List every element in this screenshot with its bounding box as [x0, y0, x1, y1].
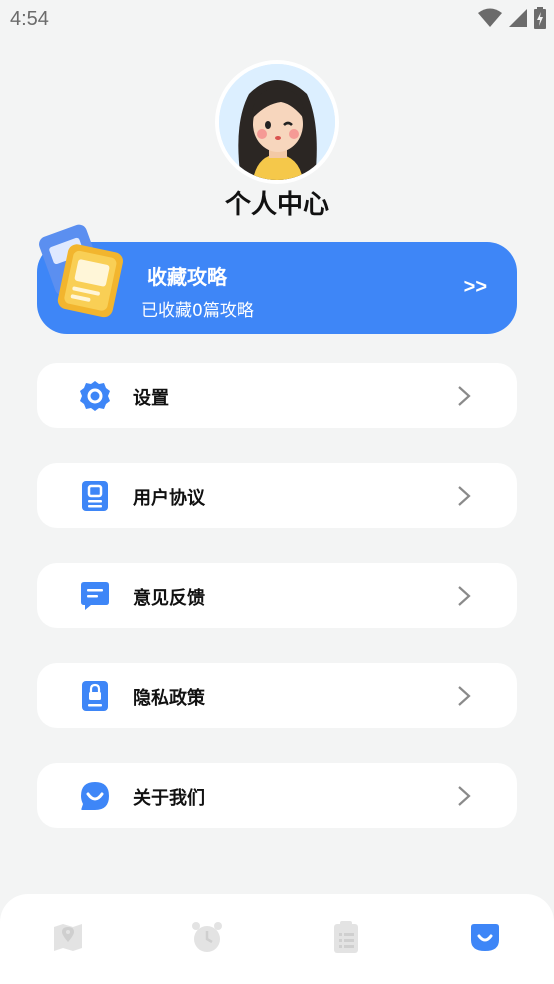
- clipboard-list-icon[interactable]: [329, 920, 363, 954]
- menu-item-label: 关于我们: [133, 788, 205, 809]
- status-bar: 4:54: [0, 0, 554, 38]
- bottom-nav: [0, 894, 554, 984]
- menu-item-privacy-policy[interactable]: 隐私政策: [37, 663, 517, 728]
- chevron-right-icon: [458, 386, 471, 406]
- status-time: 4:54: [10, 8, 49, 30]
- about-smile-icon: [81, 782, 109, 810]
- battery-charging-icon: [534, 7, 546, 29]
- menu-item-label: 设置: [133, 388, 169, 409]
- favorites-arrow[interactable]: >>: [464, 276, 487, 299]
- menu-item-label: 隐私政策: [133, 688, 205, 709]
- favorites-count: 已收藏0篇攻略: [141, 301, 254, 321]
- chevron-right-icon: [458, 786, 471, 806]
- menu-item-settings[interactable]: 设置: [37, 363, 517, 428]
- alarm-clock-icon[interactable]: [190, 920, 224, 954]
- feedback-chat-icon: [81, 582, 109, 610]
- profile-tab-icon[interactable]: [468, 920, 502, 954]
- page-title: 个人中心: [224, 190, 329, 220]
- chevron-right-icon: [458, 486, 471, 506]
- folder-docs-icon: [37, 218, 127, 328]
- chevron-right-icon: [458, 586, 471, 606]
- map-pin-icon[interactable]: [51, 920, 85, 954]
- signal-icon: [509, 9, 527, 27]
- status-icons: [478, 7, 546, 29]
- favorites-title: 收藏攻略: [147, 265, 227, 289]
- menu-item-user-agreement[interactable]: 用户协议: [37, 463, 517, 528]
- privacy-lock-icon: [82, 681, 108, 711]
- chevron-right-icon: [458, 686, 471, 706]
- girl-avatar-icon: [219, 64, 335, 180]
- menu-item-label: 用户协议: [133, 488, 205, 509]
- wifi-icon: [478, 8, 502, 27]
- menu-item-label: 意见反馈: [133, 588, 205, 609]
- menu-item-about-us[interactable]: 关于我们: [37, 763, 517, 828]
- settings-gear-icon: [80, 381, 110, 411]
- menu-item-feedback[interactable]: 意见反馈: [37, 563, 517, 628]
- avatar[interactable]: [215, 60, 339, 184]
- agreement-doc-icon: [82, 481, 108, 511]
